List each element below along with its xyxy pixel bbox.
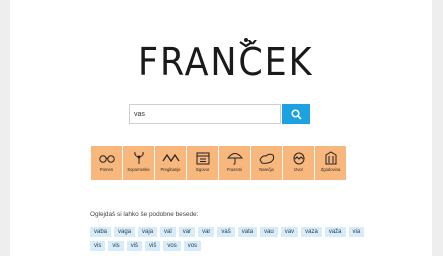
category-pomen[interactable]: Pomen [91,146,122,180]
similar-word[interactable]: val [160,227,176,237]
category-zgodovina[interactable]: Zgodovina [315,146,346,180]
similar-word[interactable]: viš [145,241,161,251]
umbrella-icon [226,153,243,165]
similar-word[interactable]: vau [260,227,278,237]
similar-word[interactable]: vos [163,241,181,251]
similar-word[interactable]: vis [108,241,124,251]
similar-word[interactable]: vav [280,227,299,237]
zigzag-icon [162,153,179,163]
category-narecja[interactable]: Narečja [251,146,282,180]
similar-word[interactable]: viš [126,241,143,251]
search-icon [290,108,302,120]
egg-icon [293,152,304,165]
logo-face-icon [239,38,253,48]
category-bar: Pomen Sopomenke Pregibanje Izgovor Fraze… [91,146,346,180]
similar-word[interactable]: vata [237,227,258,237]
francek-logo[interactable]: FRANČEK [138,36,313,84]
similar-word[interactable]: vos [183,241,202,251]
category-pregibanje[interactable]: Pregibanje [155,146,186,180]
similar-word[interactable]: vaja [138,227,158,237]
similar-words-hint: Oglejdaš si lahko še podobne besede: [90,211,199,218]
similar-word[interactable]: vaš [217,227,235,237]
similar-word[interactable]: vaza [301,227,322,237]
category-izgovor[interactable]: Izgovor [187,146,218,180]
category-izvor[interactable]: Izvor [283,146,314,180]
glasses-icon [98,155,115,163]
category-label: Sopomenke [127,167,150,172]
similar-words-list: vaba vaga vaja val var var vaš vata vau … [90,227,370,251]
page: FRANČEK Pomen S [10,0,432,256]
search-input[interactable] [129,104,281,124]
category-label: Izvor [293,167,304,172]
category-sopomenke[interactable]: Sopomenke [123,146,154,180]
similar-word[interactable]: vaga [114,227,136,237]
similar-word[interactable]: vaba [90,227,112,237]
category-frazemi[interactable]: Frazemi [219,146,250,180]
map-icon [258,153,274,164]
category-label: Izgovor [195,167,210,172]
category-label: Pomen [99,167,114,172]
similar-word[interactable]: var [198,227,215,237]
category-label: Frazemi [226,167,243,172]
search-button[interactable] [282,104,310,124]
monument-icon [325,151,336,165]
similar-word[interactable]: važa [324,227,346,237]
plant-icon [133,151,144,164]
category-label: Zgodovina [320,167,341,172]
similar-word[interactable]: vis [90,241,106,251]
similar-word[interactable]: var [178,227,196,237]
search-bar [129,104,310,124]
logo-text: FRANČEK [138,40,314,84]
calendar-icon [196,152,209,165]
similar-word[interactable]: via [348,227,365,237]
category-label: Narečja [259,167,274,172]
category-label: Pregibanje [160,167,181,172]
